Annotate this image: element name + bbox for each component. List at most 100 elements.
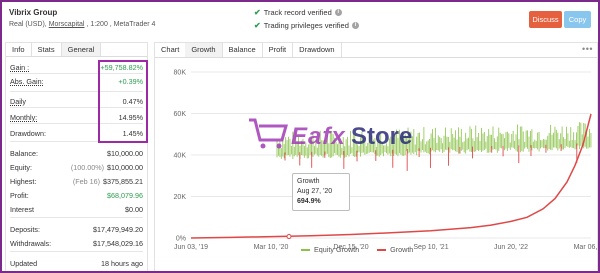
y-tick-label: 80K (174, 70, 187, 77)
chart-panel: Chart Growth Balance Profit Drawdown •••… (154, 42, 598, 271)
tooltip-value: 694.9% (297, 198, 321, 205)
x-tick-label: Sep 10, '21 (413, 244, 448, 251)
legend-equity-growth[interactable]: Equity Growth (301, 245, 359, 254)
y-tick-label: 0% (176, 236, 186, 243)
legend-label-growth: Growth (390, 245, 414, 254)
stat-label: Drawdown: (10, 128, 46, 138)
cart-icon (249, 118, 288, 142)
stat-label: Equity: (10, 162, 32, 172)
check-icon: ✔ (254, 8, 261, 17)
check-icon: ✔ (254, 21, 261, 30)
stat-row: Equity: (100.00%) $10,000.00 (10, 161, 143, 173)
stat-label: Interest (10, 204, 34, 214)
broker-link[interactable]: Morscapital (49, 21, 85, 28)
cart-wheel (276, 143, 282, 149)
tab-balance[interactable]: Balance (223, 43, 263, 57)
stat-value-note: (Feb 16) (72, 176, 101, 186)
stat-row: Balance: $10,000.00 (10, 147, 143, 159)
stat-value-text: $0.00 (125, 204, 143, 214)
stats-divider (10, 251, 143, 252)
stat-value: $68,079.96 (107, 191, 143, 200)
stat-label: Updated (10, 258, 38, 268)
stat-label: Profit: (10, 190, 29, 200)
track-record-label: Track record verified (263, 8, 332, 17)
watermark-text-store: Store (351, 123, 412, 150)
more-options-icon[interactable]: ••• (582, 44, 593, 54)
discuss-button[interactable]: Discuss (529, 11, 562, 28)
x-tick-label: Mar 06, '23 (574, 244, 597, 251)
stat-label: Monthly: (10, 112, 38, 122)
account-subtitle: Real (USD), Morscapital , 1:200 , MetaTr… (9, 21, 155, 28)
stat-value: 18 hours ago (101, 259, 143, 268)
stat-value: $17,479,949.20 (93, 225, 143, 234)
tooltip-point (286, 234, 292, 240)
cart-wheel (260, 143, 266, 149)
track-record-verified: ✔ Track record verified i (254, 8, 342, 17)
tooltip-title: Growth (297, 178, 320, 185)
stat-value-text: $10,000.00 (107, 148, 143, 158)
y-tick-label: 40K (174, 153, 187, 160)
stat-value-text: $10,000.00 (107, 162, 143, 172)
chart-legend: Equity Growth Growth (301, 245, 413, 254)
info-icon[interactable]: i (351, 22, 359, 29)
stat-value: $0.00 (125, 205, 143, 214)
stat-label: Highest: (10, 176, 37, 186)
stat-value-text: $68,079.96 (107, 190, 143, 200)
stat-value: $17,548,029.16 (93, 239, 143, 248)
stats-panel: Info Stats General Gain : +59,758.82% Abs.… (5, 42, 148, 271)
chart-tooltip: Growth Aug 27, '20 694.9% (292, 173, 350, 211)
stat-value-text: 18 hours ago (101, 258, 143, 268)
stat-label: Gain : (10, 62, 30, 72)
x-tick-label: Jun 20, '22 (494, 244, 528, 251)
stat-row: Deposits: $17,479,949.20 (10, 223, 143, 235)
stat-value-text: $17,479,949.20 (93, 224, 143, 234)
tab-drawdown[interactable]: Drawdown (293, 43, 342, 57)
stat-label: Deposits: (10, 224, 40, 234)
account-platform: , 1:200 , MetaTrader 4 (84, 21, 156, 28)
stat-label: Withdrawals: (10, 238, 52, 248)
watermark-logo: Eafx Store (249, 118, 412, 150)
tab-general[interactable]: General (61, 43, 102, 56)
stat-label: Daily (10, 96, 26, 106)
growth-chart: 0%20K40K60K80KJun 03, '19 Mar 10, '20 Dec … (174, 70, 597, 252)
window-frame: Vibrix Group Real (USD), Morscapital , 1… (0, 0, 600, 273)
legend-growth[interactable]: Growth (377, 245, 413, 254)
y-tick-label: 60K (174, 111, 187, 118)
info-icon[interactable]: i (334, 9, 342, 16)
account-title: Vibrix Group (9, 8, 58, 17)
trading-privileges-label: Trading privileges verified (263, 21, 349, 30)
stat-value: (100.00%) $10,000.00 (71, 163, 143, 172)
legend-swatch-equity (301, 248, 310, 251)
stat-label: Abs. Gain: (10, 76, 44, 86)
tab-profit[interactable]: Profit (263, 43, 294, 57)
chart-tabs: Chart Growth Balance Profit Drawdown (155, 43, 597, 58)
x-tick-label: Jun 03, '19 (174, 244, 208, 251)
legend-swatch-growth (377, 248, 387, 251)
watermark-text-eafx: Eafx (291, 123, 346, 150)
tab-growth[interactable]: Growth (185, 43, 223, 57)
chart-label: Chart (161, 45, 180, 54)
x-tick-label: Mar 10, '20 (254, 244, 289, 251)
stat-value-note: (100.00%) (70, 162, 105, 172)
y-tick-label: 20K (174, 194, 187, 201)
account-header: Vibrix Group Real (USD), Morscapital , 1… (2, 2, 598, 38)
copy-button[interactable]: Copy (564, 11, 591, 28)
stat-value-text: $375,855.21 (103, 176, 143, 186)
account-type: Real (USD), (9, 21, 49, 28)
stat-value: $10,000.00 (107, 149, 143, 158)
stat-row: Interest $0.00 (10, 203, 143, 215)
stat-row: Withdrawals: $17,548,029.16 (10, 237, 143, 249)
legend-label-equity: Equity Growth (314, 245, 360, 254)
stat-row: Updated 18 hours ago (10, 257, 143, 269)
highlight-box (98, 60, 148, 143)
trading-privileges-verified: ✔ Trading privileges verified i (254, 21, 359, 30)
tab-stats[interactable]: Stats (32, 43, 62, 56)
stats-tabs: Info Stats General (6, 43, 147, 57)
stat-label: Balance: (10, 148, 38, 158)
stat-row: Profit: $68,079.96 (10, 189, 143, 201)
stat-row: Highest: (Feb 16) $375,855.21 (10, 175, 143, 187)
stats-divider (10, 217, 143, 218)
stat-value: (Feb 16) $375,855.21 (73, 177, 143, 186)
stat-value-text: $17,548,029.16 (93, 238, 143, 248)
tab-info[interactable]: Info (6, 43, 32, 56)
